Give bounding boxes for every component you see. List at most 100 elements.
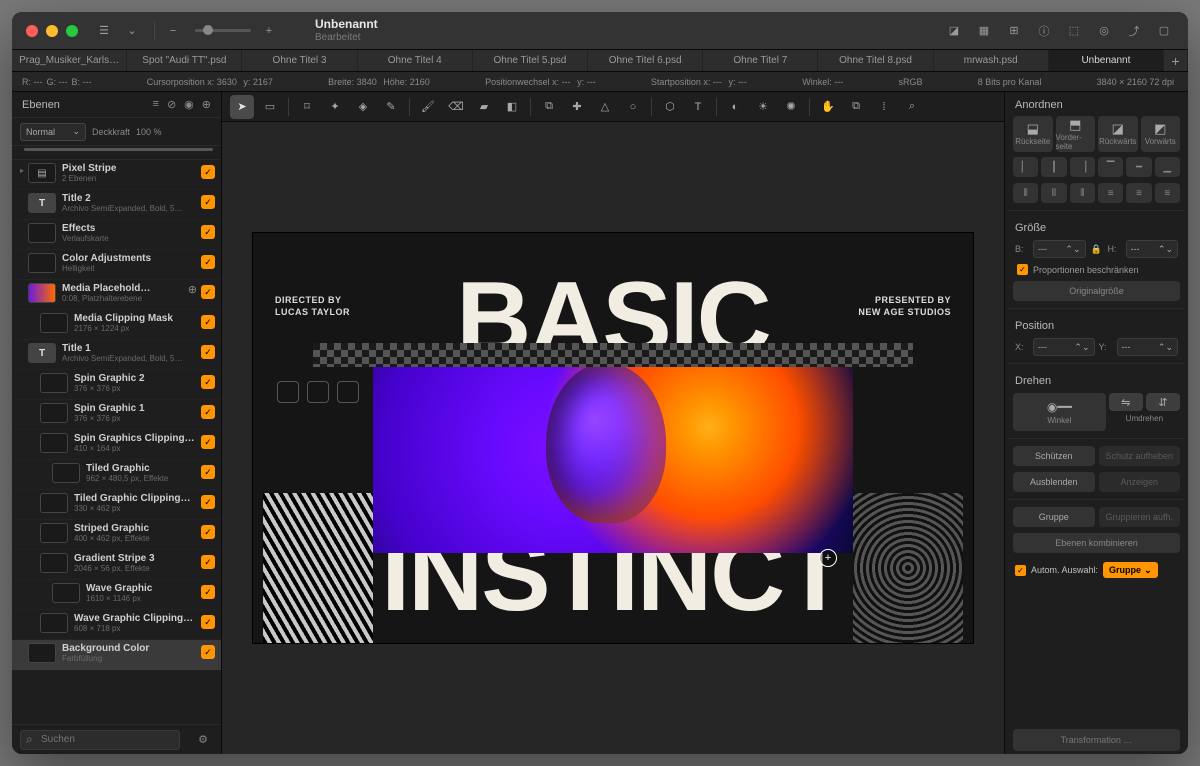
layer-visibility-checkbox[interactable]: ✓	[201, 195, 215, 209]
zoom-tool[interactable]: ⌕	[900, 95, 924, 119]
opacity-slider[interactable]	[24, 148, 213, 151]
share-icon[interactable]: ⤴	[1124, 21, 1144, 41]
unprotect-button[interactable]: Schutz aufheben	[1099, 446, 1181, 466]
heal-tool[interactable]: ✚	[565, 95, 589, 119]
layer-row[interactable]: Gradient Stripe 32046 × 56 px, Effekte✓	[12, 550, 221, 580]
layer-row[interactable]: Spin Graphic 1376 × 376 px✓	[12, 400, 221, 430]
minimize-button[interactable]	[46, 25, 58, 37]
document-tab[interactable]: Ohne Titel 5.psd	[473, 50, 588, 71]
dropdown-button[interactable]: ⌄	[120, 19, 144, 43]
eyedropper-tool[interactable]: ⁞	[872, 95, 896, 119]
layers-search-input[interactable]	[20, 730, 180, 750]
flip-h-button[interactable]: ⇋	[1109, 393, 1143, 411]
sharpen-tool[interactable]: △	[593, 95, 617, 119]
layer-visibility-checkbox[interactable]: ✓	[201, 495, 215, 509]
layer-row[interactable]: Spin Graphics Clipping…410 × 164 px✓	[12, 430, 221, 460]
layer-row[interactable]: TTitle 2Archivo SemiExpanded, Bold, 5…✓	[12, 190, 221, 220]
blur-tool[interactable]: ○	[621, 95, 645, 119]
distribute-v2[interactable]: ≡	[1126, 183, 1151, 203]
layer-row[interactable]: Color AdjustmentsHelligkeit✓	[12, 250, 221, 280]
merge-button[interactable]: Ebenen kombinieren	[1013, 533, 1180, 553]
rotate-angle-control[interactable]: ◉━━Winkel	[1013, 393, 1106, 431]
right-panel-icon[interactable]: ▢	[1154, 21, 1174, 41]
to-front-button[interactable]: ⬒Vorder- seite	[1056, 116, 1096, 152]
layer-visibility-checkbox[interactable]: ✓	[201, 225, 215, 239]
clone-tool[interactable]: ⧉	[537, 95, 561, 119]
blend-mode-select[interactable]: Normal⌄	[20, 123, 86, 141]
layer-row[interactable]: Tiled Graphic962 × 480,5 px, Effekte✓	[12, 460, 221, 490]
document-tab[interactable]: Prag_Musiker_Karls…	[12, 50, 127, 71]
layer-visibility-checkbox[interactable]: ✓	[201, 285, 215, 299]
align-right[interactable]: ▕	[1070, 157, 1095, 177]
to-back-button[interactable]: ⬓Rückseite	[1013, 116, 1053, 152]
protect-button[interactable]: Schützen	[1013, 446, 1095, 466]
exposure-tool[interactable]: ◐	[723, 95, 747, 119]
transform-button[interactable]: Transformation …	[1013, 729, 1180, 751]
layer-add-icon[interactable]: ⊕	[188, 283, 197, 296]
lock-icon[interactable]: 🔒	[1090, 244, 1104, 255]
constrain-checkbox[interactable]: ✓	[1017, 264, 1028, 275]
document-tab[interactable]: Ohne Titel 3	[242, 50, 357, 71]
distribute-h1[interactable]: ⦀	[1013, 183, 1038, 203]
layer-row[interactable]: EffectsVerlaufskarte✓	[12, 220, 221, 250]
layer-visibility-checkbox[interactable]: ✓	[201, 645, 215, 659]
crop-tool[interactable]: ⧉	[844, 95, 868, 119]
layer-visibility-checkbox[interactable]: ✓	[201, 315, 215, 329]
align-left[interactable]: ▏	[1013, 157, 1038, 177]
hand-tool[interactable]: ✋	[816, 95, 840, 119]
distribute-h3[interactable]: ⦀	[1070, 183, 1095, 203]
hide-button[interactable]: Ausblenden	[1013, 472, 1095, 492]
y-field[interactable]: ---⌃⌄	[1117, 338, 1179, 356]
layer-row[interactable]: ▸▤Pixel Stripe2 Ebenen✓	[12, 160, 221, 190]
distribute-h2[interactable]: ⦀	[1041, 183, 1066, 203]
layers-fx-icon[interactable]: ◉	[184, 98, 194, 111]
color-picker-icon[interactable]: ◪	[944, 21, 964, 41]
sidebar-toggle-button[interactable]: ☰	[92, 19, 116, 43]
effects-icon[interactable]: ◎	[1094, 21, 1114, 41]
canvas-viewport[interactable]: DIRECTED BYLUCAS TAYLOR PRESENTED BYNEW …	[222, 122, 1004, 754]
auto-select-target[interactable]: Gruppe⌄	[1103, 562, 1158, 578]
document-tab[interactable]: mrwash.psd	[934, 50, 1049, 71]
layer-row[interactable]: Striped Graphic400 × 462 px, Effekte✓	[12, 520, 221, 550]
layer-visibility-checkbox[interactable]: ✓	[201, 345, 215, 359]
document-tab[interactable]: Ohne Titel 4	[358, 50, 473, 71]
zoom-in-button[interactable]: +	[257, 19, 281, 43]
layers-link-icon[interactable]: ⊘	[167, 98, 176, 111]
group-button[interactable]: Gruppe	[1013, 507, 1095, 527]
document-tab[interactable]: Unbenannt	[1049, 50, 1164, 71]
layers-settings-icon[interactable]: ⚙	[193, 730, 213, 750]
layer-visibility-checkbox[interactable]: ✓	[201, 585, 215, 599]
align-hcenter[interactable]: ┃	[1041, 157, 1066, 177]
layer-row[interactable]: Media Clipping Mask2176 × 1224 px✓	[12, 310, 221, 340]
x-field[interactable]: ---⌃⌄	[1033, 338, 1095, 356]
layer-visibility-checkbox[interactable]: ✓	[201, 255, 215, 269]
swatches-icon[interactable]: ▦	[974, 21, 994, 41]
flip-v-button[interactable]: ⇵	[1146, 393, 1180, 411]
zoom-slider[interactable]	[195, 29, 251, 32]
eraser-tool[interactable]: ⌫	[444, 95, 468, 119]
height-field[interactable]: ---⌃⌄	[1126, 240, 1179, 258]
original-size-button[interactable]: Originalgröße	[1013, 281, 1180, 301]
arrow-tool[interactable]: ➤	[230, 95, 254, 119]
layer-visibility-checkbox[interactable]: ✓	[201, 435, 215, 449]
width-field[interactable]: ---⌃⌄	[1033, 240, 1086, 258]
layer-row[interactable]: Media Placehold…0:08, Platzhalterebene⊕✓	[12, 280, 221, 310]
layer-visibility-checkbox[interactable]: ✓	[201, 405, 215, 419]
align-bottom[interactable]: ▁	[1155, 157, 1180, 177]
layer-visibility-checkbox[interactable]: ✓	[201, 555, 215, 569]
zoom-button[interactable]	[66, 25, 78, 37]
marquee-tool[interactable]: ▭	[258, 95, 282, 119]
layer-row[interactable]: Wave Graphic1610 × 1146 px✓	[12, 580, 221, 610]
select-color-tool[interactable]: ◈	[351, 95, 375, 119]
info-icon[interactable]: ⓘ	[1034, 21, 1054, 41]
fill-tool[interactable]: ▰	[472, 95, 496, 119]
layer-visibility-checkbox[interactable]: ✓	[201, 165, 215, 179]
add-tab-button[interactable]: +	[1164, 50, 1188, 71]
auto-select-checkbox[interactable]: ✓	[1015, 565, 1026, 576]
text-tool[interactable]: T	[686, 95, 710, 119]
document-tab[interactable]: Ohne Titel 6.psd	[588, 50, 703, 71]
layer-row[interactable]: Tiled Graphic Clipping…330 × 462 px✓	[12, 490, 221, 520]
photo-browser-icon[interactable]: ⊞	[1004, 21, 1024, 41]
layer-visibility-checkbox[interactable]: ✓	[201, 375, 215, 389]
wand-tool[interactable]: ✦	[323, 95, 347, 119]
